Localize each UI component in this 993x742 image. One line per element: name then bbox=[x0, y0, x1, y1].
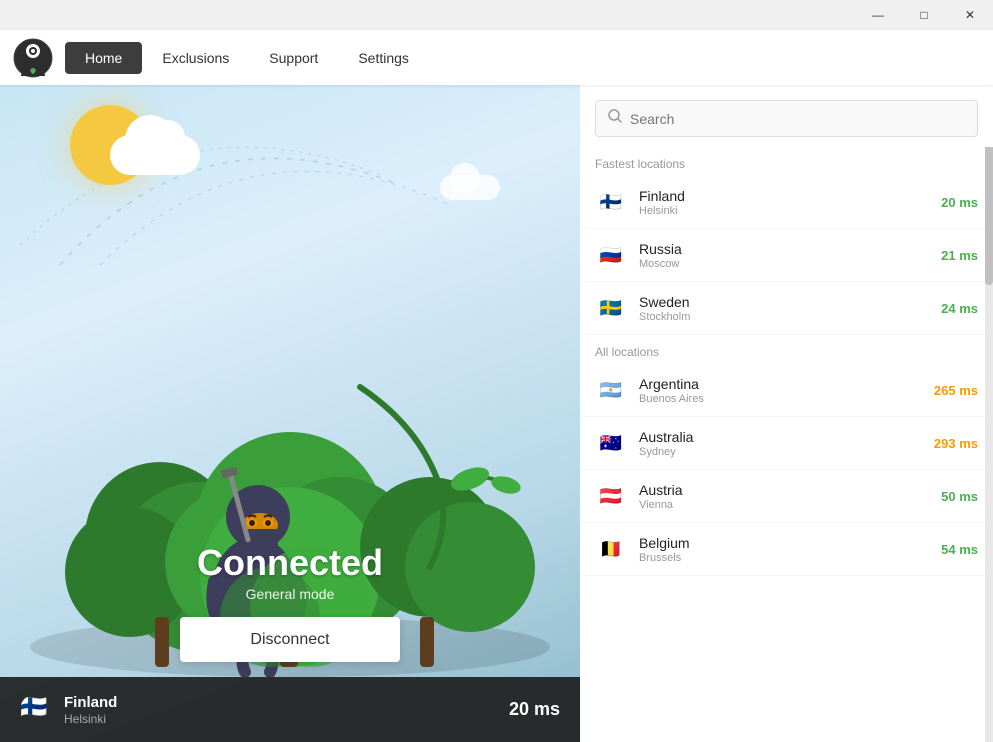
connection-status: Connected bbox=[0, 542, 580, 584]
country-name-belgium: Belgium bbox=[639, 535, 941, 551]
right-panel: Fastest locations 🇫🇮 Finland Helsinki 20… bbox=[580, 85, 993, 742]
flag-belgium: 🇧🇪 bbox=[595, 533, 627, 565]
ping-argentina: 265 ms bbox=[934, 383, 978, 398]
list-item[interactable]: 🇸🇪 Sweden Stockholm 24 ms bbox=[580, 282, 993, 335]
title-bar: — □ ✕ bbox=[0, 0, 993, 30]
ping-belgium: 54 ms bbox=[941, 542, 978, 557]
cloud-container bbox=[0, 85, 580, 285]
city-name-moscow: Moscow bbox=[639, 258, 941, 270]
location-info-argentina: Argentina Buenos Aires bbox=[639, 376, 934, 405]
country-name-australia: Australia bbox=[639, 429, 934, 445]
tab-home[interactable]: Home bbox=[65, 42, 142, 74]
ping-australia: 293 ms bbox=[934, 436, 978, 451]
maximize-button[interactable]: □ bbox=[901, 0, 947, 30]
city-name-sydney: Sydney bbox=[639, 446, 934, 458]
current-city: Helsinki bbox=[64, 712, 509, 726]
tab-support[interactable]: Support bbox=[249, 42, 338, 74]
location-info-sweden: Sweden Stockholm bbox=[639, 294, 941, 323]
minimize-button[interactable]: — bbox=[855, 0, 901, 30]
bottom-status-bar: 🇫🇮 Finland Helsinki 20 ms bbox=[0, 677, 580, 742]
location-info-finland: Finland Helsinki bbox=[639, 188, 941, 217]
location-info-russia: Russia Moscow bbox=[639, 241, 941, 270]
search-icon bbox=[608, 109, 622, 128]
search-box bbox=[595, 100, 978, 137]
list-item[interactable]: 🇦🇺 Australia Sydney 293 ms bbox=[580, 417, 993, 470]
city-name-buenos-aires: Buenos Aires bbox=[639, 393, 934, 405]
disconnect-button[interactable]: Disconnect bbox=[180, 617, 400, 662]
list-item[interactable]: 🇧🇪 Belgium Brussels 54 ms bbox=[580, 523, 993, 576]
list-item[interactable]: 🇷🇺 Russia Moscow 21 ms bbox=[580, 229, 993, 282]
list-item[interactable]: 🇦🇹 Austria Vienna 50 ms bbox=[580, 470, 993, 523]
city-name-vienna: Vienna bbox=[639, 499, 941, 511]
ping-finland: 20 ms bbox=[941, 195, 978, 210]
left-panel: Connected General mode Disconnect 🇫🇮 Fin… bbox=[0, 85, 580, 742]
city-name-brussels: Brussels bbox=[639, 552, 941, 564]
search-input[interactable] bbox=[630, 111, 965, 127]
flag-russia: 🇷🇺 bbox=[595, 239, 627, 271]
country-name-sweden: Sweden bbox=[639, 294, 941, 310]
tab-exclusions[interactable]: Exclusions bbox=[142, 42, 249, 74]
cloud-decoration-1 bbox=[110, 135, 200, 175]
current-location-info: Finland Helsinki bbox=[64, 694, 509, 726]
city-name-stockholm: Stockholm bbox=[639, 311, 941, 323]
close-button[interactable]: ✕ bbox=[947, 0, 993, 30]
list-item[interactable]: 🇦🇷 Argentina Buenos Aires 265 ms bbox=[580, 364, 993, 417]
current-location-flag: 🇫🇮 bbox=[20, 694, 52, 726]
city-name-helsinki: Helsinki bbox=[639, 205, 941, 217]
flag-finland: 🇫🇮 bbox=[595, 186, 627, 218]
status-area: Connected General mode bbox=[0, 542, 580, 602]
app-logo bbox=[10, 35, 55, 80]
fastest-locations-header: Fastest locations bbox=[580, 147, 993, 176]
connection-mode: General mode bbox=[0, 586, 580, 602]
country-name-finland: Finland bbox=[639, 188, 941, 204]
country-name-austria: Austria bbox=[639, 482, 941, 498]
cloud-decoration-2 bbox=[440, 175, 500, 200]
all-locations-header: All locations bbox=[580, 335, 993, 364]
ping-russia: 21 ms bbox=[941, 248, 978, 263]
tab-settings[interactable]: Settings bbox=[338, 42, 429, 74]
flag-austria: 🇦🇹 bbox=[595, 480, 627, 512]
country-name-russia: Russia bbox=[639, 241, 941, 257]
ping-austria: 50 ms bbox=[941, 489, 978, 504]
current-country: Finland bbox=[64, 694, 509, 711]
flag-argentina: 🇦🇷 bbox=[595, 374, 627, 406]
location-info-australia: Australia Sydney bbox=[639, 429, 934, 458]
current-ping: 20 ms bbox=[509, 699, 560, 720]
ping-sweden: 24 ms bbox=[941, 301, 978, 316]
flag-sweden: 🇸🇪 bbox=[595, 292, 627, 324]
location-info-belgium: Belgium Brussels bbox=[639, 535, 941, 564]
country-name-argentina: Argentina bbox=[639, 376, 934, 392]
nav-bar: Home Exclusions Support Settings bbox=[0, 30, 993, 85]
location-info-austria: Austria Vienna bbox=[639, 482, 941, 511]
flag-australia: 🇦🇺 bbox=[595, 427, 627, 459]
nav-tabs: Home Exclusions Support Settings bbox=[65, 30, 429, 85]
scrollbar-track bbox=[985, 85, 993, 742]
list-item[interactable]: 🇫🇮 Finland Helsinki 20 ms bbox=[580, 176, 993, 229]
search-container bbox=[580, 85, 993, 147]
